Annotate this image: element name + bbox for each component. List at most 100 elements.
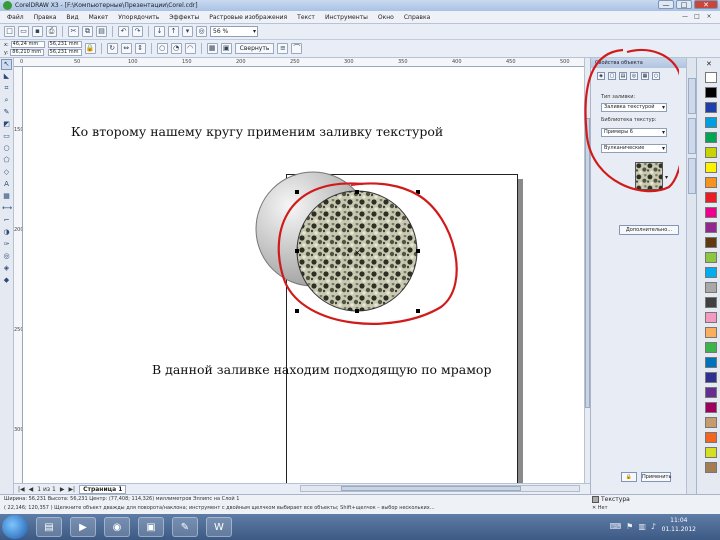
page-tab[interactable]: Страница 1 <box>79 484 127 494</box>
menu-tools[interactable]: Инструменты <box>320 14 373 21</box>
palette-swatch[interactable] <box>705 387 717 398</box>
fill-tool-icon[interactable]: ◈ <box>1 263 12 274</box>
more-options-button[interactable]: Дополнительно... <box>619 225 679 235</box>
eyedropper-tool-icon[interactable]: ✑ <box>1 239 12 250</box>
palette-swatch[interactable] <box>705 222 717 233</box>
paint-taskbar-icon[interactable]: ✎ <box>172 517 198 537</box>
selection-handle[interactable] <box>295 309 299 313</box>
save-icon[interactable]: ▪ <box>32 26 43 37</box>
maximize-button[interactable]: □ <box>676 0 692 9</box>
doc-close-button[interactable]: × <box>704 12 714 21</box>
palette-swatch[interactable] <box>705 342 717 353</box>
presentation-taskbar-icon[interactable]: ▣ <box>138 517 164 537</box>
minimize-button[interactable]: — <box>658 0 674 9</box>
menu-layout[interactable]: Макет <box>84 14 114 21</box>
wrap-text-icon[interactable]: ▦ <box>206 43 218 54</box>
zoom-level-select[interactable]: 56 % <box>210 26 258 37</box>
horizontal-scrollbar[interactable] <box>300 485 580 492</box>
y-position-input[interactable]: 86,210 mm <box>10 49 45 56</box>
palette-swatch[interactable] <box>705 252 717 263</box>
palette-swatch[interactable] <box>705 432 717 443</box>
language-icon[interactable]: ⌨ <box>610 522 622 531</box>
x-position-input[interactable]: 46,24 mm <box>10 41 45 48</box>
close-button[interactable]: ✕ <box>694 0 718 9</box>
palette-swatch[interactable] <box>705 327 717 338</box>
menu-arrange[interactable]: Упорядочить <box>113 14 164 21</box>
selection-handle[interactable] <box>416 249 420 253</box>
arc-icon[interactable]: ◠ <box>184 43 196 54</box>
menu-effects[interactable]: Эффекты <box>164 14 204 21</box>
palette-swatch[interactable] <box>705 267 717 278</box>
menu-edit[interactable]: Правка <box>29 14 62 21</box>
word-taskbar-icon[interactable]: W <box>206 517 232 537</box>
snap-dropdown-button[interactable]: Свернуть <box>234 43 275 54</box>
undo-icon[interactable]: ↶ <box>118 26 129 37</box>
to-front-icon[interactable]: ▣ <box>220 43 232 54</box>
cut-icon[interactable]: ✂ <box>68 26 79 37</box>
docker-tab[interactable] <box>688 78 696 114</box>
palette-swatch[interactable] <box>705 372 717 383</box>
palette-swatch[interactable] <box>705 357 717 368</box>
dimension-tool-icon[interactable]: ⟷ <box>1 203 12 214</box>
pie-icon[interactable]: ◔ <box>170 43 182 54</box>
palette-swatch[interactable] <box>705 402 717 413</box>
selection-handle[interactable] <box>295 249 299 253</box>
mirror-vertical-icon[interactable]: ⇕ <box>134 43 146 54</box>
menu-window[interactable]: Окно <box>373 14 399 21</box>
palette-swatch[interactable] <box>705 237 717 248</box>
mirror-horizontal-icon[interactable]: ⇔ <box>120 43 132 54</box>
paste-icon[interactable]: ▤ <box>96 26 107 37</box>
corel-taskbar-icon[interactable]: ◉ <box>104 517 130 537</box>
ellipse-icon[interactable]: ○ <box>156 43 168 54</box>
palette-swatch[interactable] <box>705 417 717 428</box>
drawing-canvas[interactable]: Ко второму нашему кругу применим заливку… <box>23 67 584 483</box>
crop-tool-icon[interactable]: ⌗ <box>1 83 12 94</box>
menu-view[interactable]: Вид <box>61 14 83 21</box>
no-color-icon[interactable]: ✕ <box>706 60 712 68</box>
palette-swatch[interactable] <box>705 117 717 128</box>
polygon-tool-icon[interactable]: ⬠ <box>1 155 12 166</box>
import-icon[interactable]: ↓ <box>154 26 165 37</box>
freehand-tool-icon[interactable]: ✎ <box>1 107 12 118</box>
menu-bitmaps[interactable]: Растровые изображения <box>204 14 292 21</box>
palette-swatch[interactable] <box>705 207 717 218</box>
palette-swatch[interactable] <box>705 102 717 113</box>
export-icon[interactable]: ↑ <box>168 26 179 37</box>
menu-file[interactable]: Файл <box>2 14 29 21</box>
palette-swatch[interactable] <box>705 297 717 308</box>
new-document-icon[interactable]: □ <box>4 26 15 37</box>
flag-icon[interactable]: ⚑ <box>626 522 633 531</box>
smart-fill-tool-icon[interactable]: ◩ <box>1 119 12 130</box>
menu-text[interactable]: Текст <box>292 14 320 21</box>
outline-tool-icon[interactable]: ◎ <box>1 251 12 262</box>
lock-docker-icon[interactable]: 🔒 <box>621 472 637 482</box>
application-launcher-icon[interactable]: ▾ <box>182 26 193 37</box>
basic-shapes-tool-icon[interactable]: ◇ <box>1 167 12 178</box>
connector-tool-icon[interactable]: ⌐ <box>1 215 12 226</box>
explorer-taskbar-icon[interactable]: ▤ <box>36 517 62 537</box>
palette-swatch[interactable] <box>705 162 717 173</box>
corel-online-icon[interactable]: ◎ <box>196 26 207 37</box>
outline-width-icon[interactable]: ≡ <box>277 43 289 54</box>
ellipse-tool-icon[interactable]: ○ <box>1 143 12 154</box>
zoom-tool-icon[interactable]: ⌕ <box>1 95 12 106</box>
last-page-icon[interactable]: ▶| <box>68 486 75 493</box>
selection-handle[interactable] <box>295 190 299 194</box>
apply-button[interactable]: Применить <box>641 472 671 482</box>
media-player-taskbar-icon[interactable]: ▶ <box>70 517 96 537</box>
width-input[interactable]: 56,231 mm <box>47 41 82 48</box>
shape-tool-icon[interactable]: ◣ <box>1 71 12 82</box>
palette-swatch[interactable] <box>705 312 717 323</box>
open-folder-icon[interactable]: ▭ <box>18 26 29 37</box>
docker-tab[interactable] <box>688 158 696 194</box>
interactive-fill-tool-icon[interactable]: ◆ <box>1 275 12 286</box>
network-icon[interactable]: ▥ <box>638 522 646 531</box>
palette-swatch[interactable] <box>705 132 717 143</box>
palette-swatch[interactable] <box>705 462 717 473</box>
palette-swatch[interactable] <box>705 192 717 203</box>
rotate-icon[interactable]: ↻ <box>106 43 118 54</box>
pick-tool-icon[interactable]: ↖ <box>1 59 12 70</box>
start-button[interactable] <box>2 515 28 539</box>
palette-swatch[interactable] <box>705 72 717 83</box>
palette-swatch[interactable] <box>705 177 717 188</box>
